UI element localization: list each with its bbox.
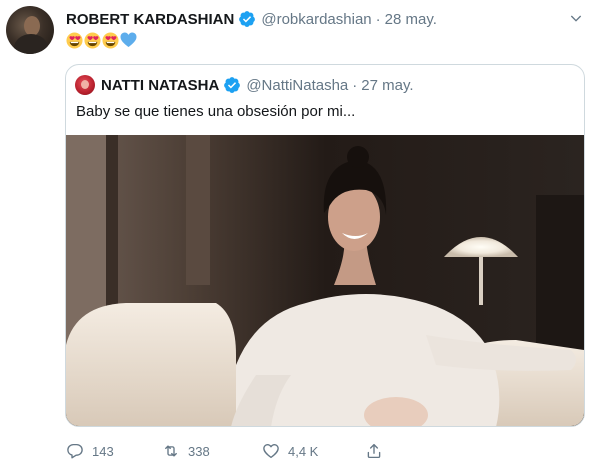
retweet-icon [165, 445, 177, 457]
quoted-author-name: NATTI NATASHA [101, 76, 220, 94]
tweet-header: ROBERT KARDASHIAN @robkardashian · 28 ma… [66, 8, 437, 30]
heart-eyes-emoji-icon [84, 31, 101, 49]
photo-illustration [66, 135, 584, 426]
separator-dot: · [375, 10, 381, 28]
share-icon [367, 443, 381, 459]
heart-eyes-emoji-icon [66, 31, 83, 49]
like-icon [263, 444, 279, 459]
like-button[interactable]: 4,4 K [262, 442, 318, 460]
author-name[interactable]: ROBERT KARDASHIAN [66, 11, 234, 28]
author-handle[interactable]: @robkardashian [261, 11, 371, 28]
reply-button[interactable]: 143 [66, 442, 114, 460]
quoted-author-avatar [75, 75, 95, 95]
reply-count: 143 [92, 443, 114, 459]
tweet-card[interactable]: ROBERT KARDASHIAN @robkardashian · 28 ma… [0, 0, 594, 471]
quoted-tweet-date: 27 may. [361, 76, 414, 94]
quoted-tweet-header: NATTI NATASHA @NattiNatasha · 27 may. [75, 75, 414, 95]
retweet-count: 338 [188, 443, 210, 459]
blue-heart-emoji-icon [120, 32, 137, 48]
chevron-down-icon[interactable] [568, 10, 584, 26]
retweet-button[interactable]: 338 [162, 442, 210, 460]
share-button[interactable] [365, 442, 391, 460]
quoted-tweet[interactable]: NATTI NATASHA @NattiNatasha · 27 may. Ba… [65, 64, 585, 427]
heart-eyes-emoji-icon [102, 31, 119, 49]
verified-badge-icon [239, 11, 256, 27]
reply-icon [67, 443, 83, 459]
tweet-date[interactable]: 28 may. [385, 11, 437, 28]
quoted-tweet-photo[interactable] [66, 135, 584, 426]
like-count: 4,4 K [288, 443, 319, 459]
tweet-text [66, 30, 137, 50]
verified-badge-icon [224, 77, 241, 93]
quoted-tweet-text: Baby se que tienes una obsesión por mi..… [76, 103, 356, 120]
separator-dot: · [352, 76, 358, 94]
author-avatar[interactable] [6, 6, 54, 54]
quoted-author-handle: @NattiNatasha [246, 76, 349, 94]
